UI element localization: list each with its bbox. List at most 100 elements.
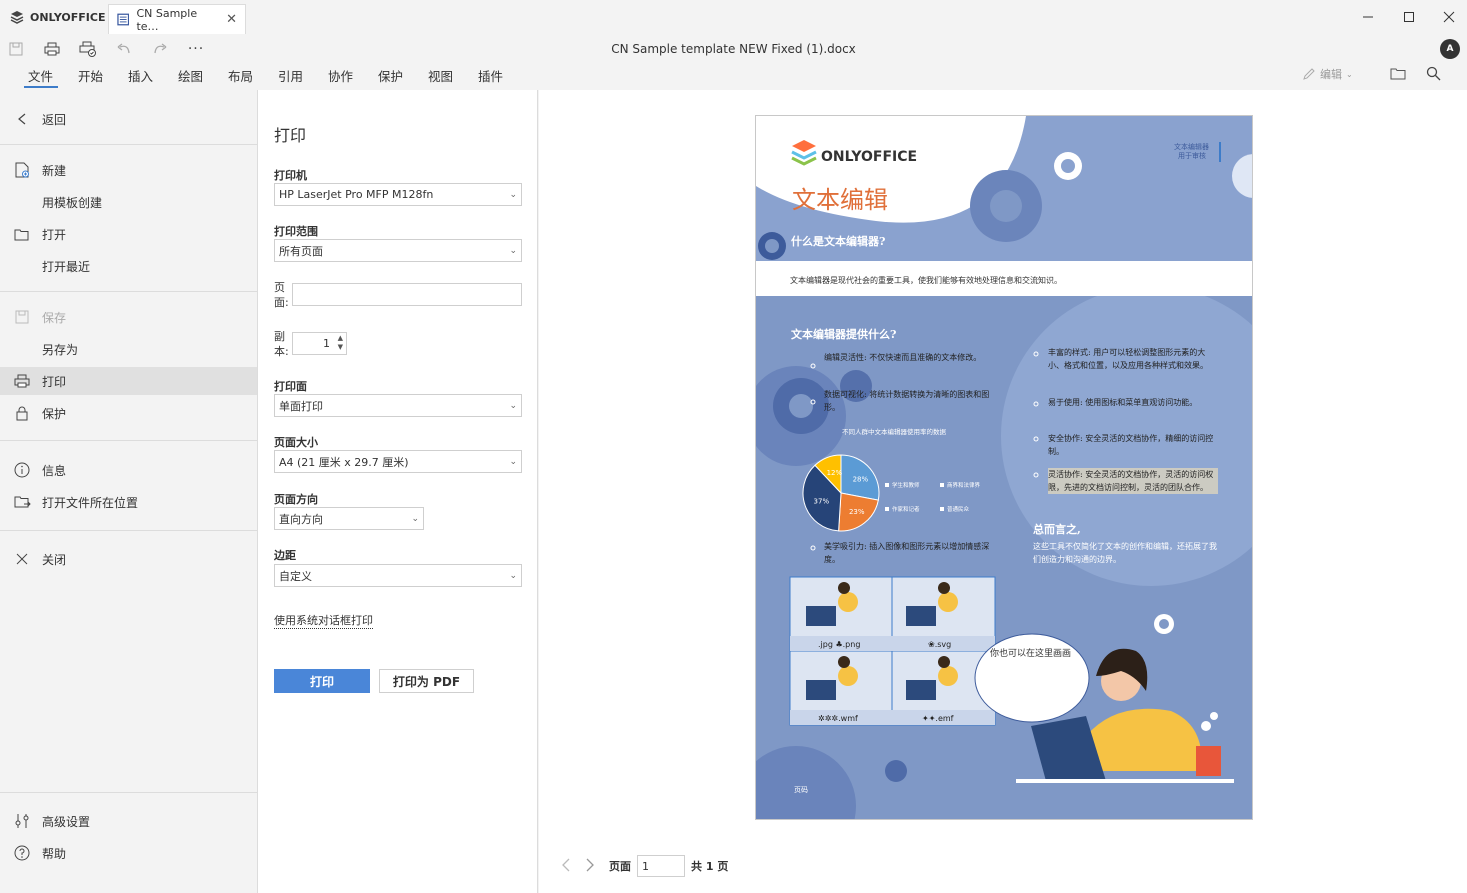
app-brand[interactable]: ONLYOFFICE bbox=[10, 10, 106, 24]
chevron-down-icon: ⌄ bbox=[509, 189, 517, 200]
print-preview-area: ONLYOFFICE 文本编辑 文本编辑器 用于审核 什么是文本编辑器? 文本编… bbox=[539, 90, 1467, 893]
sides-select[interactable]: 单面打印 ⌄ bbox=[274, 394, 522, 417]
close-window-button[interactable] bbox=[1431, 6, 1467, 28]
menu-item-save-as[interactable]: 另存为 bbox=[0, 335, 257, 363]
menu-references[interactable]: 引用 bbox=[266, 66, 316, 86]
printer-select[interactable]: HP LaserJet Pro MFP M128fn ⌄ bbox=[274, 183, 522, 206]
protect-label: 保护 bbox=[42, 406, 67, 421]
print-title: 打印 bbox=[274, 126, 307, 145]
quick-print-button[interactable] bbox=[78, 40, 98, 58]
copies-stepper[interactable]: 1 ▲ ▼ bbox=[292, 332, 347, 355]
menu-protection[interactable]: 保护 bbox=[366, 66, 416, 86]
title-bar: ONLYOFFICE CN Sample te… ✕ bbox=[0, 0, 1467, 36]
orientation-select[interactable]: 直向方向 ⌄ bbox=[274, 507, 424, 530]
menu-home[interactable]: 开始 bbox=[66, 66, 116, 86]
chevron-down-icon: ⌄ bbox=[1346, 69, 1353, 79]
menu-draw[interactable]: 绘图 bbox=[166, 66, 216, 86]
next-page-icon[interactable] bbox=[579, 858, 609, 875]
folder-arrow-icon bbox=[0, 495, 42, 509]
menu-item-save: 保存 bbox=[0, 303, 257, 331]
doc-right-1: 丰富的样式: 用户可以轻松调整图形元素的大小、格式和位置，以及应用各种样式和效果… bbox=[1048, 348, 1208, 370]
page-label: 页面 bbox=[609, 860, 631, 873]
pie-chart: 28% 23% 37% 12% bbox=[802, 454, 880, 532]
open-location-button[interactable] bbox=[1390, 66, 1406, 80]
new-label: 新建 bbox=[42, 163, 67, 178]
quick-print-icon bbox=[79, 41, 96, 57]
document-icon bbox=[117, 13, 130, 26]
legend-item: 商界和法律界 bbox=[947, 481, 981, 489]
menu-item-close[interactable]: 关闭 bbox=[0, 545, 257, 573]
menu-collaboration[interactable]: 协作 bbox=[316, 66, 366, 86]
doc-right-3: 安全协作: 安全灵活的文档协作，精细的访问控制。 bbox=[1048, 434, 1214, 456]
advanced-settings-label: 高级设置 bbox=[42, 814, 91, 829]
doc-bubble-text: 你也可以在这里画画 bbox=[990, 649, 1072, 659]
pages-input[interactable] bbox=[292, 283, 522, 306]
range-label: 打印范围 bbox=[274, 225, 318, 238]
page-number-input[interactable]: 1 bbox=[637, 855, 685, 877]
menu-view[interactable]: 视图 bbox=[416, 66, 466, 86]
menu-item-open[interactable]: 打开 bbox=[0, 220, 257, 248]
menu-item-new[interactable]: 新建 bbox=[0, 156, 257, 184]
sides-label: 打印面 bbox=[274, 380, 307, 393]
save-quick-button[interactable] bbox=[6, 40, 26, 58]
menu-file[interactable]: 文件 bbox=[16, 66, 66, 88]
prev-page-icon[interactable] bbox=[561, 858, 579, 875]
more-button[interactable]: ··· bbox=[186, 40, 206, 58]
menu-item-print[interactable]: 打印 bbox=[0, 367, 257, 395]
system-dialog-link[interactable]: 使用系统对话框打印 bbox=[274, 612, 373, 629]
document-tab[interactable]: CN Sample te… ✕ bbox=[108, 4, 246, 34]
document-tab-label: CN Sample te… bbox=[136, 6, 198, 33]
printer-value: HP LaserJet Pro MFP M128fn bbox=[279, 188, 434, 201]
image-grid: .jpg ♣.png ❀.svg ✲✲✲.wmf ✦✦.emf bbox=[789, 576, 996, 726]
print-pdf-button[interactable]: 打印为 PDF bbox=[379, 669, 474, 693]
range-select[interactable]: 所有页面 ⌄ bbox=[274, 239, 522, 262]
page-size-select[interactable]: A4 (21 厘米 x 29.7 厘米) ⌄ bbox=[274, 450, 522, 473]
menu-item-advanced-settings[interactable]: 高级设置 bbox=[0, 807, 257, 835]
divider bbox=[0, 291, 257, 292]
chevron-down-icon: ⌄ bbox=[509, 400, 517, 411]
legend-item: 普通民众 bbox=[947, 505, 970, 513]
undo-button[interactable] bbox=[114, 40, 134, 58]
menu-item-from-template[interactable]: 用模板创建 bbox=[0, 188, 257, 216]
document-title: CN Sample template NEW Fixed (1).docx bbox=[611, 42, 856, 56]
printer-label: 打印机 bbox=[274, 169, 307, 182]
copies-label: 副本: bbox=[274, 330, 289, 358]
back-button[interactable]: 返回 bbox=[0, 105, 257, 133]
menu-item-open-location[interactable]: 打开文件所在位置 bbox=[0, 488, 257, 516]
search-icon bbox=[1426, 66, 1441, 81]
menu-plugins[interactable]: 插件 bbox=[466, 66, 516, 86]
margins-select[interactable]: 自定义 ⌄ bbox=[274, 564, 522, 587]
pencil-icon bbox=[1303, 68, 1315, 80]
minimize-icon bbox=[1363, 16, 1373, 18]
close-icon bbox=[0, 553, 42, 565]
minimize-button[interactable] bbox=[1350, 6, 1386, 28]
avatar[interactable]: A bbox=[1440, 39, 1460, 59]
image-label: .jpg ♣.png bbox=[818, 640, 860, 649]
maximize-button[interactable] bbox=[1391, 6, 1427, 28]
image-label: ✲✲✲.wmf bbox=[818, 714, 858, 723]
menu-item-help[interactable]: 帮助 bbox=[0, 839, 257, 867]
menu-bar: 文件 开始 插入 绘图 布局 引用 协作 保护 视图 插件 bbox=[16, 66, 516, 88]
orientation-label: 页面方向 bbox=[274, 493, 318, 506]
print-button[interactable]: 打印 bbox=[274, 669, 370, 693]
chevron-down-icon: ⌄ bbox=[509, 245, 517, 256]
doc-bullet-1: 编辑灵活性: 不仅快速而且准确的文本修改。 bbox=[824, 353, 982, 362]
menu-item-open-recent[interactable]: 打开最近 bbox=[0, 252, 257, 280]
stepper-arrows-icon[interactable]: ▲ ▼ bbox=[338, 334, 343, 352]
menu-item-info[interactable]: 信息 bbox=[0, 456, 257, 484]
more-icon: ··· bbox=[187, 41, 205, 57]
open-label: 打开 bbox=[42, 227, 67, 242]
menu-insert[interactable]: 插入 bbox=[116, 66, 166, 86]
close-tab-icon[interactable]: ✕ bbox=[226, 12, 237, 27]
print-quick-button[interactable] bbox=[42, 40, 62, 58]
open-location-label: 打开文件所在位置 bbox=[42, 495, 139, 510]
margins-label: 边距 bbox=[274, 549, 296, 562]
settings-sliders-icon bbox=[0, 813, 42, 829]
search-button[interactable] bbox=[1426, 66, 1441, 81]
folder-open-icon bbox=[0, 228, 42, 241]
menu-layout[interactable]: 布局 bbox=[216, 66, 266, 86]
menu-item-protect[interactable]: 保护 bbox=[0, 399, 257, 427]
edit-mode-button[interactable]: 编辑 ⌄ bbox=[1302, 66, 1353, 82]
doc-right-4: 灵活协作: 安全灵活的文档协作，灵活的访问权限，先进的文档访问控制，灵活的团队合… bbox=[1048, 468, 1218, 494]
redo-button[interactable] bbox=[150, 40, 170, 58]
